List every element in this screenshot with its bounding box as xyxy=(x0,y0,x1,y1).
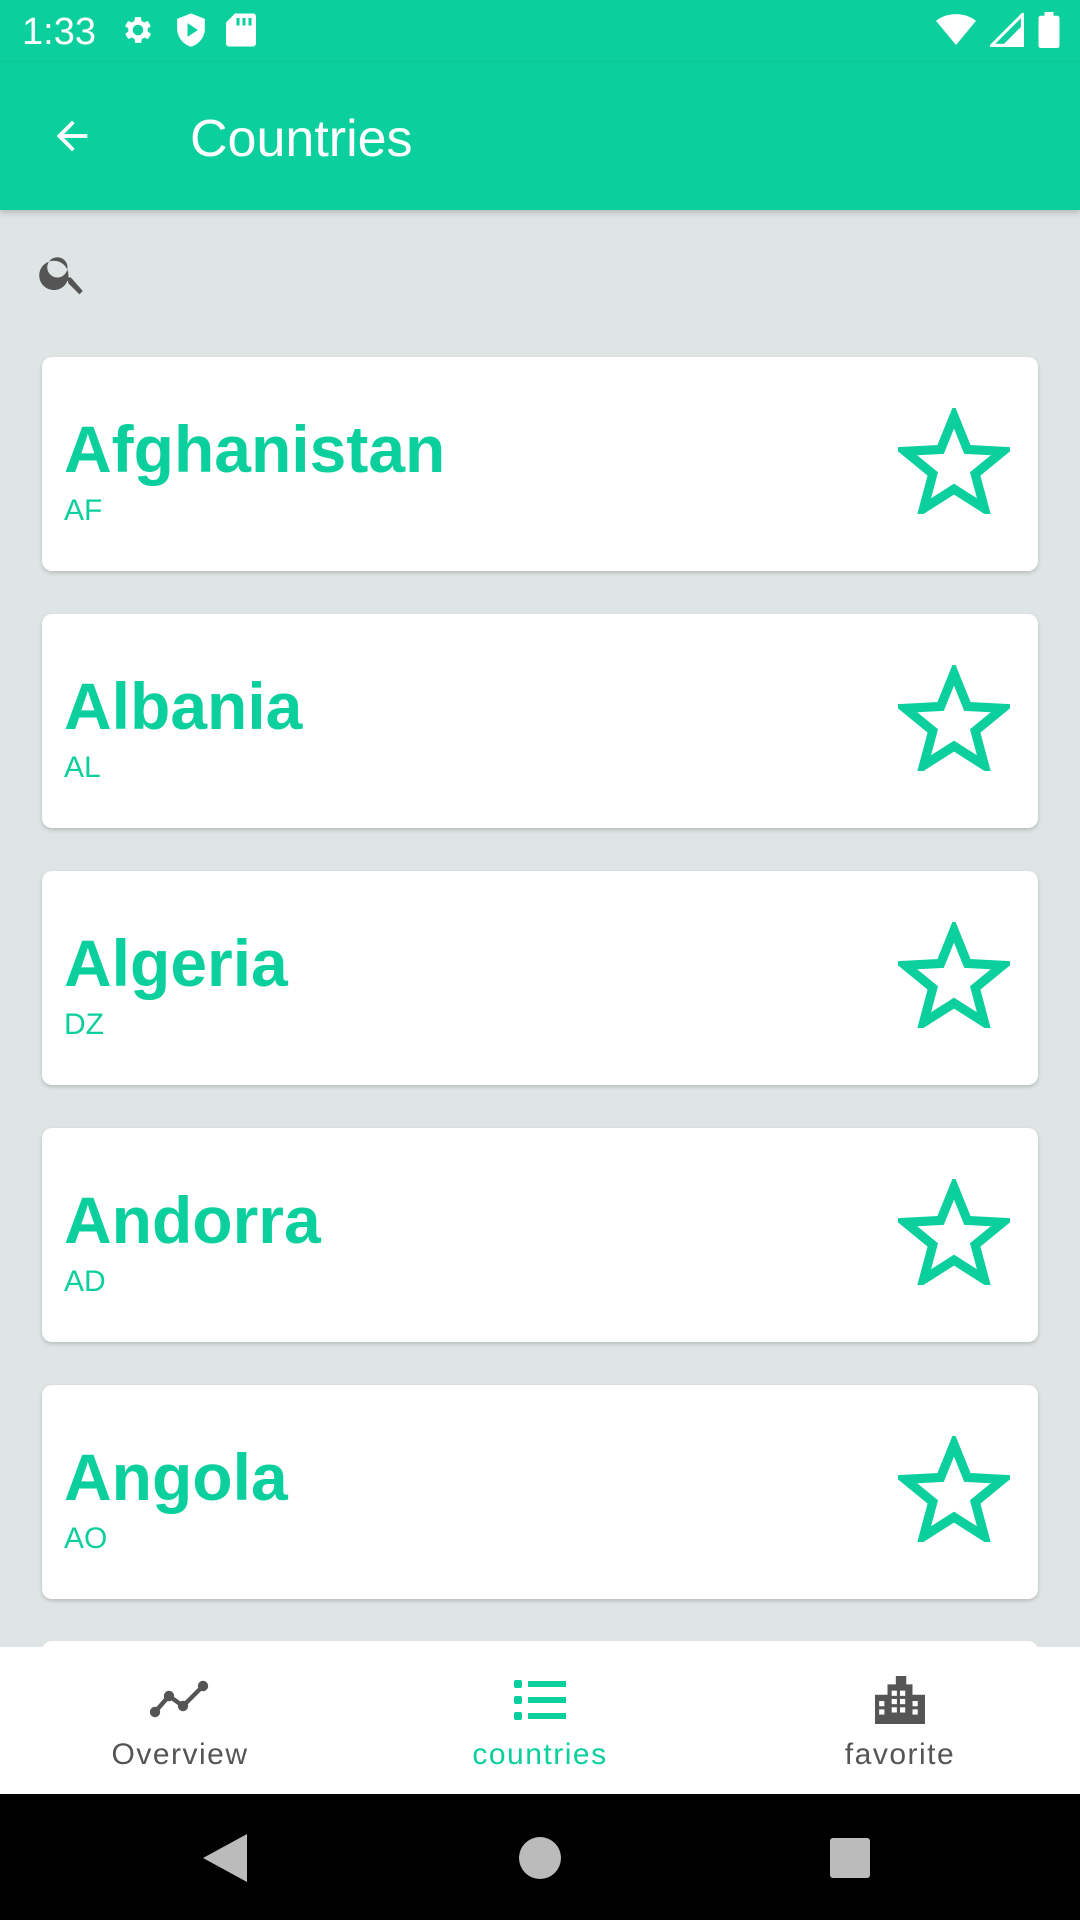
star-outline-icon xyxy=(892,403,1016,519)
nav-item-favorite[interactable]: favorite xyxy=(720,1647,1080,1794)
shield-play-icon xyxy=(174,12,208,48)
favorite-star-button[interactable] xyxy=(892,1431,1016,1547)
favorite-star-button[interactable] xyxy=(892,660,1016,776)
system-recents-button[interactable] xyxy=(820,1830,880,1890)
country-code: AO xyxy=(64,1522,108,1555)
country-code: AD xyxy=(64,1265,106,1298)
back-button[interactable] xyxy=(36,107,108,169)
status-bar: 1:33 xyxy=(0,0,1080,63)
square-recents-icon xyxy=(830,1837,870,1883)
bottom-navigation: Overview countries favorite xyxy=(0,1647,1080,1794)
system-home-button[interactable] xyxy=(510,1830,570,1890)
trending-line-icon xyxy=(148,1675,212,1725)
country-card[interactable]: Albania AL xyxy=(42,614,1038,828)
status-time: 1:33 xyxy=(22,11,96,53)
sd-card-icon xyxy=(226,12,256,48)
status-right-icons xyxy=(936,12,1060,48)
search-bar[interactable] xyxy=(0,210,1080,340)
country-name: Algeria xyxy=(64,926,288,1000)
nav-label-overview: Overview xyxy=(111,1738,249,1771)
gear-icon xyxy=(120,12,156,48)
list-icon xyxy=(508,1675,572,1725)
country-code: DZ xyxy=(64,1008,104,1041)
country-card[interactable]: Afghanistan AF xyxy=(42,357,1038,571)
country-name: Afghanistan xyxy=(64,412,446,486)
circle-home-icon xyxy=(519,1836,561,1884)
country-name: Angola xyxy=(64,1440,288,1514)
favorite-star-button[interactable] xyxy=(892,1174,1016,1290)
battery-icon xyxy=(1038,12,1060,48)
star-outline-icon xyxy=(892,1431,1016,1547)
country-card[interactable]: Algeria DZ xyxy=(42,871,1038,1085)
favorite-star-button[interactable] xyxy=(892,917,1016,1033)
system-back-button[interactable] xyxy=(195,1830,255,1890)
favorite-star-button[interactable] xyxy=(892,403,1016,519)
star-outline-icon xyxy=(892,917,1016,1033)
app-bar: Countries xyxy=(0,63,1080,210)
nav-label-countries: countries xyxy=(472,1738,608,1771)
nav-item-overview[interactable]: Overview xyxy=(0,1647,360,1794)
country-name: Albania xyxy=(64,669,303,743)
page-title: Countries xyxy=(190,110,413,168)
cell-signal-icon xyxy=(990,13,1024,47)
arrow-back-icon xyxy=(49,113,95,164)
star-outline-icon xyxy=(892,1174,1016,1290)
triangle-back-icon xyxy=(203,1833,247,1887)
star-outline-icon xyxy=(892,660,1016,776)
nav-label-favorite: favorite xyxy=(844,1738,956,1771)
search-icon[interactable] xyxy=(36,246,90,300)
country-code: AF xyxy=(64,494,103,527)
country-card[interactable]: Angola AO xyxy=(42,1385,1038,1599)
country-card[interactable]: Andorra AD xyxy=(42,1128,1038,1342)
country-code: AL xyxy=(64,751,101,784)
nav-item-countries[interactable]: countries xyxy=(360,1647,720,1794)
building-icon xyxy=(868,1675,932,1725)
system-navigation-bar xyxy=(0,1794,1080,1920)
country-name: Andorra xyxy=(64,1183,321,1257)
wifi-icon xyxy=(936,13,976,47)
status-left-icons xyxy=(120,12,256,48)
